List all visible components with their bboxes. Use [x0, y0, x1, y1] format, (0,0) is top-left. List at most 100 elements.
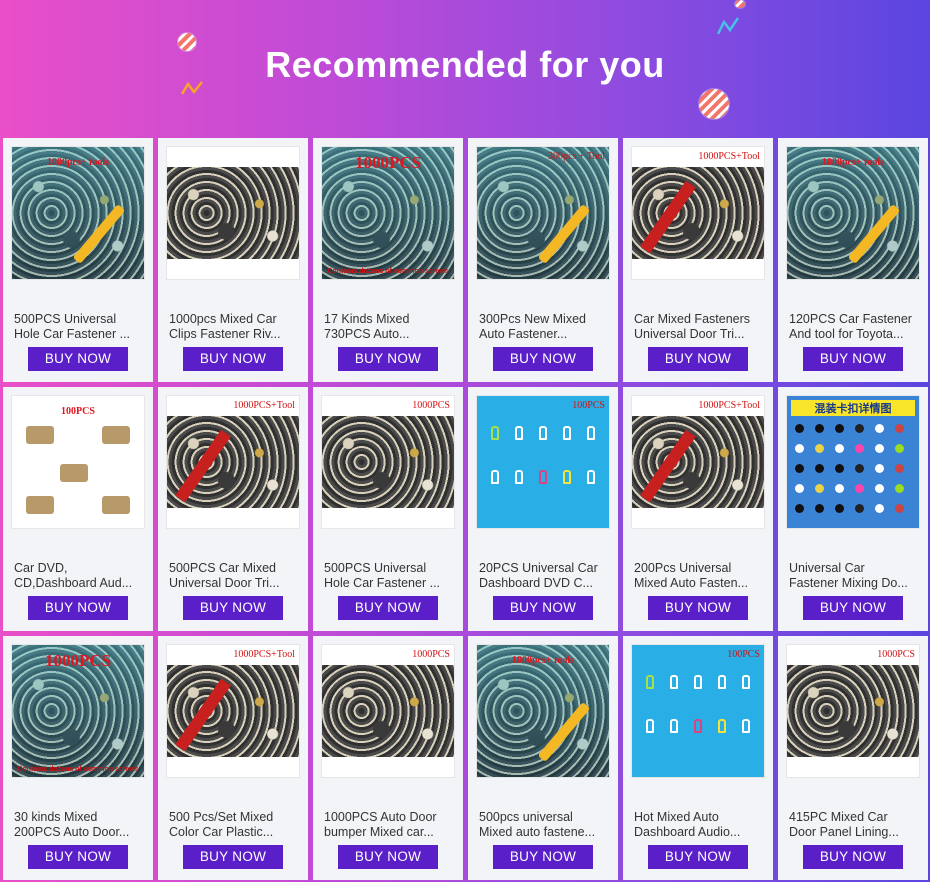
- product-badge: 1000pcs+ tools: [46, 157, 110, 168]
- clip-icon: [875, 504, 884, 513]
- clip-icon: [835, 504, 844, 513]
- product-title[interactable]: 500 Pcs/Set Mixed Color Car Plastic...: [169, 810, 301, 840]
- product-image[interactable]: 1000PCS+Tool: [631, 395, 765, 529]
- buy-now-button[interactable]: BUY NOW: [803, 347, 903, 371]
- product-card[interactable]: 100PCS 20PCS Universal Car Dashboard DVD C…: [468, 387, 618, 631]
- clip-icon: [539, 470, 547, 484]
- product-card[interactable]: 1000PCS Contains dozens of common screws 3…: [3, 636, 153, 880]
- product-image[interactable]: 1000PCS: [786, 644, 920, 778]
- product-title[interactable]: 1000PCS Auto Door bumper Mixed car...: [324, 810, 456, 840]
- product-title[interactable]: 300Pcs New Mixed Auto Fastener...: [479, 312, 611, 342]
- product-title[interactable]: Car DVD, CD,Dashboard Aud...: [14, 561, 146, 591]
- product-card[interactable]: 100PCS Car DVD, CD,Dashboard Aud... BUY NOW: [3, 387, 153, 631]
- product-card[interactable]: 1000PCS Contains dozens of common screws 1…: [313, 138, 463, 382]
- product-card[interactable]: 1000PCS 415PC Mixed Car Door Panel Lining.…: [778, 636, 928, 880]
- product-card[interactable]: 100PCS Hot Mixed Auto Dashboard Audio... BU…: [623, 636, 773, 880]
- product-title[interactable]: 120PCS Car Fastener And tool for Toyota..…: [789, 312, 921, 342]
- buy-now-button[interactable]: BUY NOW: [803, 596, 903, 620]
- product-title[interactable]: Car Mixed Fasteners Universal Door Tri...: [634, 312, 766, 342]
- product-image[interactable]: [166, 146, 300, 280]
- product-card[interactable]: 300pcs + Tool 300Pcs New Mixed Auto Fasten…: [468, 138, 618, 382]
- product-card[interactable]: 1000pcs+ tools 500pcs universal Mixed auto…: [468, 636, 618, 880]
- buy-now-button[interactable]: BUY NOW: [28, 845, 128, 869]
- product-card[interactable]: 1000PCS 1000PCS Auto Door bumper Mixed car…: [313, 636, 463, 880]
- product-title[interactable]: 1000pcs Mixed Car Clips Fastener Riv...: [169, 312, 301, 342]
- product-badge: 1000PCS+Tool: [233, 400, 295, 411]
- product-image[interactable]: 1000PCS Contains dozens of common screws: [11, 644, 145, 778]
- product-card[interactable]: 1000PCS+Tool 200Pcs Universal Mixed Auto F…: [623, 387, 773, 631]
- product-image[interactable]: 100PCS: [11, 395, 145, 529]
- product-image[interactable]: 1000PCS+Tool: [631, 146, 765, 280]
- product-title[interactable]: 17 Kinds Mixed 730PCS Auto...: [324, 312, 456, 342]
- product-title[interactable]: 500pcs universal Mixed auto fastene...: [479, 810, 611, 840]
- product-image[interactable]: 1000PCS Contains dozens of common screws: [321, 146, 455, 280]
- product-badge: 1000PCS: [877, 649, 915, 660]
- product-title[interactable]: 20PCS Universal Car Dashboard DVD C...: [479, 561, 611, 591]
- product-card[interactable]: 1000PCS+Tool 500 Pcs/Set Mixed Color Car P…: [158, 636, 308, 880]
- product-title[interactable]: 415PC Mixed Car Door Panel Lining...: [789, 810, 921, 840]
- buy-now-button[interactable]: BUY NOW: [183, 347, 283, 371]
- buy-now-button[interactable]: BUY NOW: [28, 596, 128, 620]
- product-image[interactable]: 1000pcs+ tools: [476, 644, 610, 778]
- product-image[interactable]: 100PCS: [476, 395, 610, 529]
- product-title-line: 17 Kinds Mixed: [324, 312, 410, 326]
- clip-icon: [646, 719, 654, 733]
- product-card[interactable]: 1000PCS 500PCS Universal Hole Car Fastener…: [313, 387, 463, 631]
- product-image[interactable]: 1000pcs+ tools: [786, 146, 920, 280]
- product-card[interactable]: 1000pcs+ tools 120PCS Car Fastener And too…: [778, 138, 928, 382]
- product-title[interactable]: Universal Car Fastener Mixing Do...: [789, 561, 921, 591]
- product-badge: 1000PCS: [412, 400, 450, 411]
- product-title-line: 200PCS Auto Door...: [14, 825, 130, 839]
- product-image[interactable]: 300pcs + Tool: [476, 146, 610, 280]
- product-title[interactable]: 200Pcs Universal Mixed Auto Fasten...: [634, 561, 766, 591]
- buy-now-button[interactable]: BUY NOW: [338, 347, 438, 371]
- product-title[interactable]: 500PCS Universal Hole Car Fastener ...: [14, 312, 146, 342]
- product-image[interactable]: 100PCS: [631, 644, 765, 778]
- clip-nut-icon: [102, 496, 130, 514]
- clip-icon: [718, 719, 726, 733]
- product-title[interactable]: 500PCS Universal Hole Car Fastener ...: [324, 561, 456, 591]
- clip-icon: [835, 444, 844, 453]
- buy-now-button[interactable]: BUY NOW: [183, 596, 283, 620]
- product-image[interactable]: 混装卡扣详情图: [786, 395, 920, 529]
- product-title[interactable]: 30 kinds Mixed 200PCS Auto Door...: [14, 810, 146, 840]
- product-card[interactable]: 1000pcs Mixed Car Clips Fastener Riv... BU…: [158, 138, 308, 382]
- clip-icon: [718, 675, 726, 689]
- clip-icon: [895, 504, 904, 513]
- product-image[interactable]: 1000PCS+Tool: [166, 395, 300, 529]
- product-image[interactable]: 1000pcs+ tools: [11, 146, 145, 280]
- clip-icon: [875, 484, 884, 493]
- buy-now-button[interactable]: BUY NOW: [493, 596, 593, 620]
- clip-icon: [515, 470, 523, 484]
- clip-icon: [795, 464, 804, 473]
- buy-now-button[interactable]: BUY NOW: [803, 845, 903, 869]
- product-card[interactable]: 1000pcs+ tools 500PCS Universal Hole Car F…: [3, 138, 153, 382]
- buy-now-button[interactable]: BUY NOW: [338, 845, 438, 869]
- buy-now-button[interactable]: BUY NOW: [648, 845, 748, 869]
- buy-now-button[interactable]: BUY NOW: [28, 347, 128, 371]
- product-badge: 100PCS: [61, 406, 95, 417]
- buy-now-button[interactable]: BUY NOW: [648, 347, 748, 371]
- product-title-line: 500 Pcs/Set Mixed: [169, 810, 274, 824]
- buy-now-button[interactable]: BUY NOW: [648, 596, 748, 620]
- clip-icon: [895, 444, 904, 453]
- buy-now-button[interactable]: BUY NOW: [183, 845, 283, 869]
- product-card[interactable]: 1000PCS+Tool 500PCS Car Mixed Universal Do…: [158, 387, 308, 631]
- product-image[interactable]: 1000PCS+Tool: [166, 644, 300, 778]
- buy-now-button[interactable]: BUY NOW: [338, 596, 438, 620]
- product-caption: Contains dozens of common screws: [327, 268, 449, 275]
- product-badge: 300pcs + Tool: [548, 151, 605, 162]
- product-card[interactable]: 1000PCS+Tool Car Mixed Fasteners Universal…: [623, 138, 773, 382]
- product-card[interactable]: 混装卡扣详情图 Universal Car Fastener Mixing Do..…: [778, 387, 928, 631]
- clip-icon: [895, 464, 904, 473]
- product-title-line: Auto Fastener...: [479, 327, 568, 341]
- clip-icon: [895, 484, 904, 493]
- product-image[interactable]: 1000PCS: [321, 395, 455, 529]
- product-image[interactable]: 1000PCS: [321, 644, 455, 778]
- clip-icon: [795, 424, 804, 433]
- product-title[interactable]: Hot Mixed Auto Dashboard Audio...: [634, 810, 766, 840]
- buy-now-button[interactable]: BUY NOW: [493, 347, 593, 371]
- buy-now-button[interactable]: BUY NOW: [493, 845, 593, 869]
- clip-icon: [835, 464, 844, 473]
- product-title[interactable]: 500PCS Car Mixed Universal Door Tri...: [169, 561, 301, 591]
